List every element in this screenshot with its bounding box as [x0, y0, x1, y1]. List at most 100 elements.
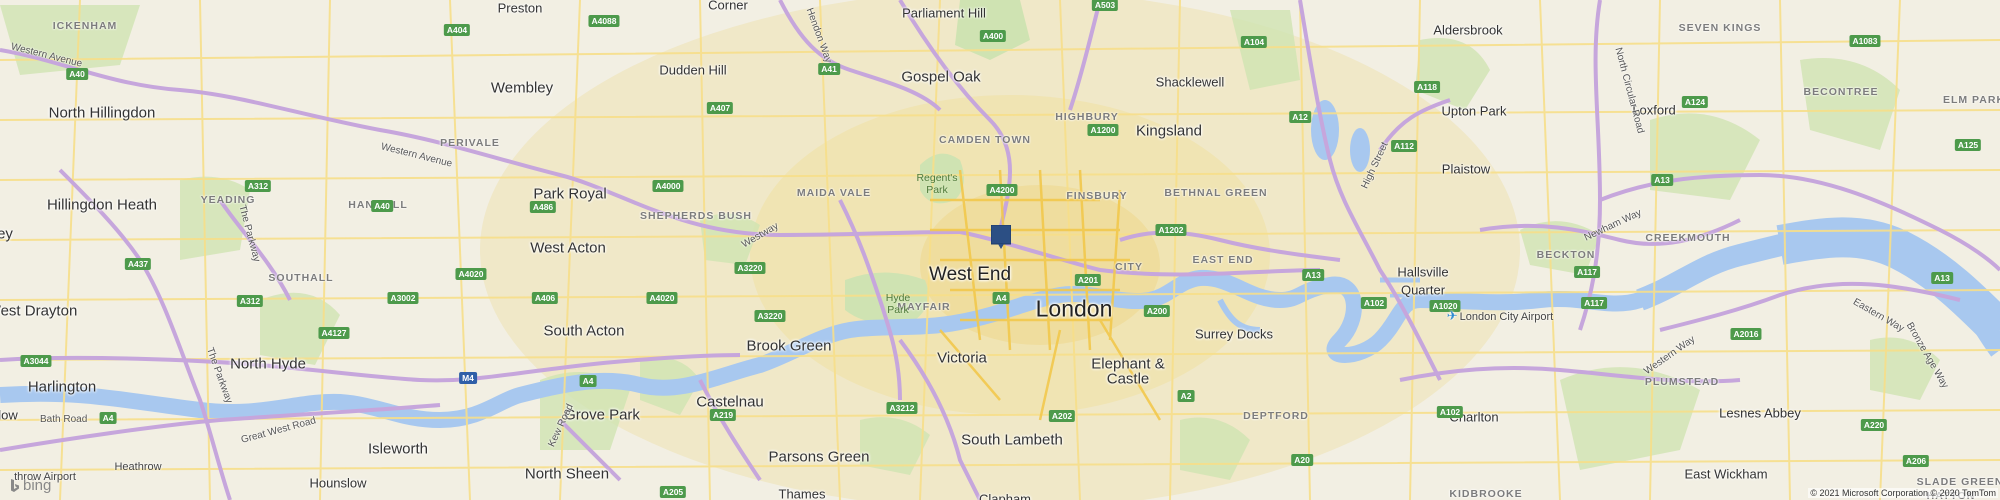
- airport-name: Heathrow: [114, 461, 162, 473]
- road-shield: A1202: [1155, 224, 1187, 236]
- bing-logo-text: bing: [23, 477, 52, 494]
- park-label: Regent's Park: [916, 172, 958, 196]
- place-label: Aldersbrook: [1433, 22, 1503, 38]
- place-label: Brook Green: [746, 337, 832, 355]
- place-label: South Acton: [543, 322, 625, 340]
- place-label: North Hillingdon: [48, 104, 156, 122]
- place-label: SLADE GREEN: [1916, 476, 2000, 488]
- place-label: BECONTREE: [1803, 86, 1879, 98]
- place-label: Harlington: [27, 378, 97, 396]
- road-shield: A112: [1391, 140, 1417, 152]
- place-label: PERIVALE: [440, 137, 500, 149]
- place-label: Castelnau: [696, 393, 764, 411]
- road-shield: A117: [1581, 297, 1607, 309]
- airport-name: London City Airport: [1459, 311, 1554, 323]
- place-label: Hallsville: [1397, 264, 1449, 280]
- airport-label: ✈ London City Airport: [1447, 308, 1553, 324]
- road-shield: A20: [1291, 454, 1313, 466]
- road-shield: A437: [124, 258, 152, 270]
- place-label: Isleworth: [367, 440, 429, 458]
- road-shield: A200: [1143, 305, 1171, 317]
- road-shield: A406: [531, 292, 559, 304]
- place-label: CAMDEN TOWN: [939, 134, 1031, 146]
- place-label: Castle: [1106, 370, 1150, 388]
- road-shield: A3220: [754, 310, 786, 322]
- road-shield: A3212: [886, 402, 918, 414]
- road-shield: A13: [1302, 269, 1324, 281]
- place-label: CREEKMOUTH: [1645, 232, 1731, 244]
- place-label: East Wickham: [1684, 466, 1768, 482]
- motorway-shield: M4: [459, 372, 477, 384]
- road-shield: A102: [1360, 297, 1388, 309]
- road-shield: A2: [1177, 390, 1195, 402]
- road-shield: A118: [1414, 81, 1440, 93]
- road-shield: A400: [979, 30, 1007, 42]
- location-pin-icon[interactable]: [991, 225, 1011, 249]
- road-shield: A117: [1574, 266, 1600, 278]
- road-shield: A3220: [734, 262, 766, 274]
- place-label: Hounslow: [309, 475, 367, 491]
- place-label: Gospel Oak: [901, 68, 981, 86]
- place-label: Kingsland: [1136, 122, 1202, 140]
- road-shield: A102: [1436, 406, 1464, 418]
- road-shield: A219: [709, 409, 737, 421]
- airplane-icon: ✈: [1446, 308, 1458, 323]
- road-shield: A4: [99, 412, 117, 424]
- place-label: Park Royal: [533, 185, 607, 203]
- bing-logo[interactable]: bing: [10, 477, 51, 494]
- place-label: ey: [0, 225, 13, 243]
- road-shield: A407: [706, 102, 734, 114]
- place-label: Surrey Docks: [1194, 326, 1274, 342]
- road-shield: A404: [443, 24, 471, 36]
- road-shield: A4127: [318, 327, 350, 339]
- road-shield: A206: [1902, 455, 1930, 467]
- road-shield: A201: [1074, 274, 1102, 286]
- place-label: Lesnes Abbey: [1719, 405, 1801, 421]
- road-shield: A13: [1931, 272, 1953, 284]
- road-shield: A1200: [1087, 124, 1119, 136]
- road-shield: A12: [1289, 111, 1311, 123]
- road-shield: A4020: [455, 268, 487, 280]
- road-shield: A2016: [1730, 328, 1762, 340]
- place-label: Dudden Hill: [659, 62, 727, 78]
- road-shield: A4200: [986, 184, 1018, 196]
- place-label: West Drayton: [0, 302, 78, 320]
- road-shield: A1083: [1849, 35, 1881, 47]
- road-shield: A486: [529, 201, 557, 213]
- bing-logo-icon: [11, 478, 19, 492]
- road-shield: A4020: [646, 292, 678, 304]
- place-label: BETHNAL GREEN: [1164, 187, 1268, 199]
- place-label: Parsons Green: [768, 448, 870, 466]
- road-shield: A4000: [652, 180, 684, 192]
- copyright-text: © 2021 Microsoft Corporation © 2020 TomT…: [1808, 488, 1998, 498]
- place-label: CITY: [1115, 261, 1143, 273]
- place-label: HIGHBURY: [1055, 111, 1119, 123]
- place-label: Wembley: [490, 79, 554, 97]
- place-label: North Sheen: [524, 465, 610, 483]
- place-label: Victoria: [937, 349, 987, 367]
- place-label: Shacklewell: [1155, 74, 1225, 90]
- road-shield: A13: [1651, 174, 1673, 186]
- place-label: Hillingdon Heath: [46, 196, 158, 214]
- road-shield: A104: [1240, 36, 1268, 48]
- place-label: Plaistow: [1441, 161, 1491, 177]
- road-shield: A202: [1048, 410, 1076, 422]
- place-label: PLUMSTEAD: [1644, 376, 1720, 388]
- map-canvas[interactable]: ICKENHAM Preston Corner Parliament Hill Alde…: [0, 0, 2000, 500]
- place-label: low: [0, 407, 18, 423]
- place-label: ELM PARK: [1942, 94, 2000, 106]
- place-label: BECKTON: [1536, 249, 1596, 261]
- place-label: SHEPHERDS BUSH: [639, 210, 753, 222]
- place-label: Quarter: [1400, 282, 1446, 298]
- road-shield: A3002: [387, 292, 419, 304]
- place-label: SEVEN KINGS: [1678, 22, 1762, 34]
- place-label: SOUTHALL: [268, 272, 334, 284]
- place-label: ICKENHAM: [52, 20, 118, 32]
- place-label: Grove Park: [564, 406, 640, 424]
- road-shield: A4: [579, 375, 597, 387]
- road-name-label: Bath Road: [40, 414, 88, 425]
- road-shield: A125: [1954, 139, 1982, 151]
- road-shield: A124: [1681, 96, 1709, 108]
- road-shield: A220: [1860, 419, 1888, 431]
- road-shield: A40: [371, 200, 393, 212]
